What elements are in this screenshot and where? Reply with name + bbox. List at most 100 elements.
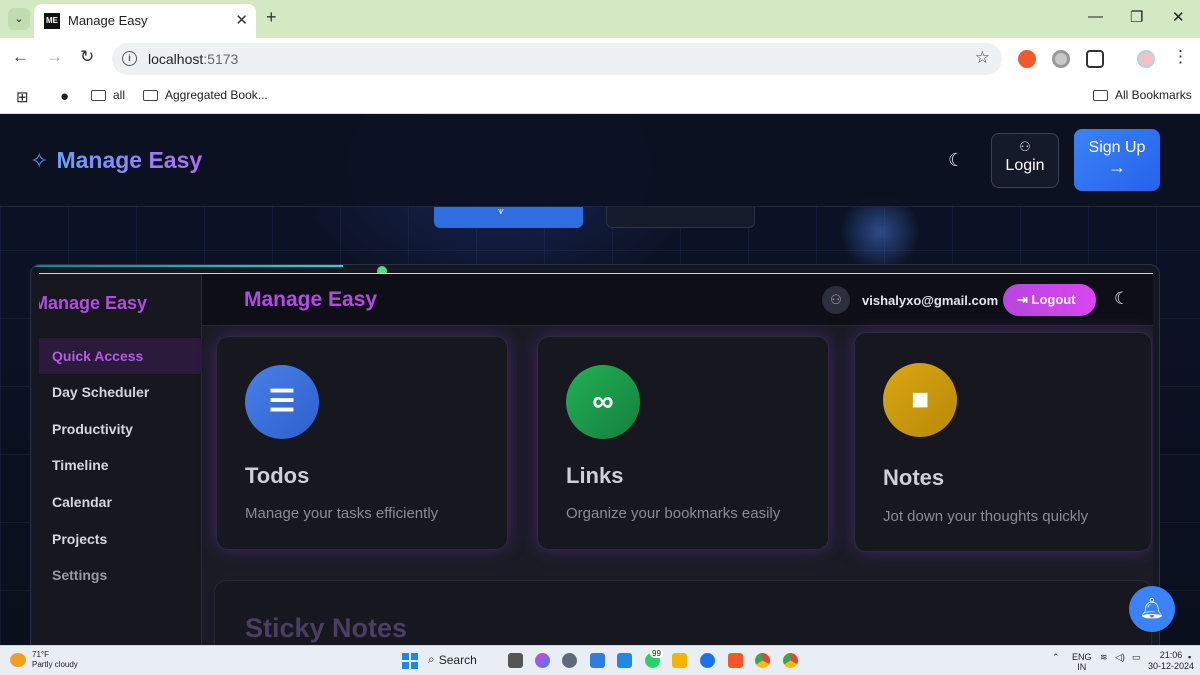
brand-title: Manage Easy (56, 147, 203, 173)
card-title: Links (566, 463, 624, 488)
frame-progress-line (31, 265, 343, 267)
hero-button-icon: ⩛ (498, 206, 504, 217)
sidebar-item-quick-access[interactable]: Quick Access (39, 338, 202, 374)
close-window-icon[interactable]: ✕ (1172, 8, 1185, 26)
sidebar-item-productivity[interactable]: Productivity (39, 411, 202, 447)
vscode-icon[interactable] (617, 653, 632, 668)
language-indicator[interactable]: ENG IN (1072, 652, 1092, 672)
windows-start-icon[interactable] (402, 653, 418, 669)
notes-card[interactable]: ■ Notes Jot down your thoughts quickly (854, 332, 1152, 552)
signup-label: Sign Up (1088, 139, 1146, 156)
minimize-icon[interactable]: — (1088, 8, 1103, 25)
sidebar-brand: Manage Easy (39, 293, 148, 313)
reload-icon[interactable]: ↻ (80, 47, 94, 67)
address-url[interactable]: localhost:5173 (148, 51, 238, 67)
extension-grey-icon[interactable] (1052, 50, 1070, 68)
task-view-icon[interactable] (508, 653, 523, 668)
app-preview: Manage Easy Quick Access Day Scheduler P… (39, 273, 1153, 645)
card-title: Notes (883, 465, 945, 490)
weather-icon (10, 653, 26, 667)
site-header: ✧ Manage Easy ☾ ⚇ Login Sign Up → (0, 114, 1200, 207)
bookmark-star-icon[interactable]: ☆ (975, 48, 990, 68)
forward-icon[interactable]: → (46, 47, 63, 67)
chrome-profile-icon[interactable] (783, 653, 798, 668)
site-info-icon[interactable]: i (122, 51, 137, 66)
extension-red-icon[interactable] (1018, 50, 1036, 68)
new-tab-icon[interactable]: + (266, 7, 277, 28)
browser-menu-icon[interactable]: ⋮ (1172, 47, 1189, 67)
weather-widget[interactable]: 71°F Partly cloudy (10, 650, 78, 670)
volume-icon[interactable]: ◁) (1115, 652, 1125, 663)
bookmarks-bar: ⊞ ● all Aggregated Book... All Bookmarks (0, 80, 1200, 114)
extensions-puzzle-icon[interactable] (1086, 50, 1104, 68)
card-description: Jot down your thoughts quickly (883, 508, 1089, 525)
all-bookmarks-folder[interactable]: All Bookmarks (1093, 88, 1192, 102)
card-description: Organize your bookmarks easily (566, 505, 781, 522)
theme-toggle-moon-icon[interactable]: ☾ (948, 150, 968, 170)
chrome-icon[interactable] (755, 653, 770, 668)
search-label: Search (438, 652, 477, 667)
user-icon: ⚇ (1019, 139, 1031, 154)
settings-icon[interactable] (562, 653, 577, 668)
bookmark-folder-all[interactable]: all (91, 88, 125, 102)
tab-search-chevron-icon[interactable]: ⌄ (8, 8, 30, 30)
app-topbar: Manage Easy ⚇ vishalyxo@gmail.com ⇥ Logo… (202, 274, 1153, 326)
user-avatar-icon[interactable]: ⚇ (822, 286, 850, 314)
apps-grid-icon[interactable]: ⊞ (16, 88, 29, 106)
links-card[interactable]: ∞ Links Organize your bookmarks easily (537, 336, 829, 550)
arrow-right-icon: → (1108, 157, 1126, 177)
link-icon: ∞ (566, 365, 640, 439)
wifi-icon[interactable]: ≋ (1100, 652, 1108, 663)
sidebar-item-calendar[interactable]: Calendar (39, 484, 202, 520)
logout-label: Logout (1031, 292, 1076, 307)
card-description: Manage your tasks efficiently (245, 505, 439, 522)
weather-desc: Partly cloudy (32, 660, 78, 669)
whatsapp-badge: 99 (650, 649, 663, 658)
bookmark-label: Aggregated Book... (165, 88, 268, 102)
sidebar-item-projects[interactable]: Projects (39, 521, 202, 557)
todos-card[interactable]: ☰ Todos Manage your tasks efficiently (216, 336, 508, 550)
login-button[interactable]: ⚇ Login (991, 133, 1059, 188)
weather-temp: 71°F (32, 650, 49, 659)
brave-icon[interactable] (728, 653, 743, 668)
page-content: ⩛ ✧ Manage Easy ☾ ⚇ Login Sign Up → Mana… (0, 114, 1200, 645)
app-preview-frame: Manage Easy Quick Access Day Scheduler P… (30, 264, 1160, 645)
tray-chevron-icon[interactable]: ⌃ (1052, 652, 1060, 663)
app-theme-toggle-icon[interactable]: ☾ (1114, 289, 1129, 309)
region-label: IN (1077, 662, 1087, 672)
address-bar[interactable]: i localhost:5173 ☆ (112, 43, 1002, 75)
docker-icon[interactable] (700, 653, 715, 668)
sticky-notes-title: Sticky Notes (245, 613, 408, 643)
notification-bell-icon[interactable]: 🔔︎ (1129, 586, 1175, 632)
notifications-icon[interactable]: ▪ (1188, 652, 1191, 662)
site-brand[interactable]: ✧ Manage Easy (30, 147, 202, 174)
hero-primary-button[interactable]: ⩛ (434, 206, 583, 228)
list-icon: ☰ (245, 365, 319, 439)
tab-close-icon[interactable]: ✕ (235, 11, 248, 29)
sidebar-item-settings[interactable]: Settings (39, 557, 202, 593)
login-label: Login (1005, 157, 1045, 174)
sparkle-icon: ✧ (30, 147, 49, 173)
bookmark-folder-aggregated[interactable]: Aggregated Book... (143, 88, 268, 102)
file-explorer-icon[interactable] (672, 653, 687, 668)
logout-button[interactable]: ⇥ Logout (1003, 284, 1096, 316)
browser-tab[interactable]: ME Manage Easy ✕ (34, 4, 256, 38)
taskbar-search[interactable]: ⌕ Search (428, 652, 477, 667)
sidebar-item-day-scheduler[interactable]: Day Scheduler (39, 374, 202, 410)
browser-toolbar: ← → ↻ i localhost:5173 ☆ ⋮ (0, 38, 1200, 80)
restore-icon[interactable]: ❐ (1130, 8, 1143, 26)
tab-favicon: ME (44, 13, 60, 29)
copilot-icon[interactable] (535, 653, 550, 668)
signup-button[interactable]: Sign Up → (1074, 129, 1160, 191)
tab-title: Manage Easy (68, 13, 148, 28)
globe-icon[interactable]: ● (60, 88, 69, 105)
profile-avatar-icon[interactable] (1137, 50, 1155, 68)
back-icon[interactable]: ← (12, 47, 29, 67)
hero-secondary-button[interactable] (606, 206, 755, 228)
folder-icon (1093, 89, 1108, 101)
battery-icon[interactable]: ▭ (1132, 652, 1141, 663)
app-title: Manage Easy (244, 288, 378, 311)
sidebar-item-timeline[interactable]: Timeline (39, 447, 202, 483)
url-host: localhost (148, 51, 204, 67)
notepad-icon[interactable] (590, 653, 605, 668)
